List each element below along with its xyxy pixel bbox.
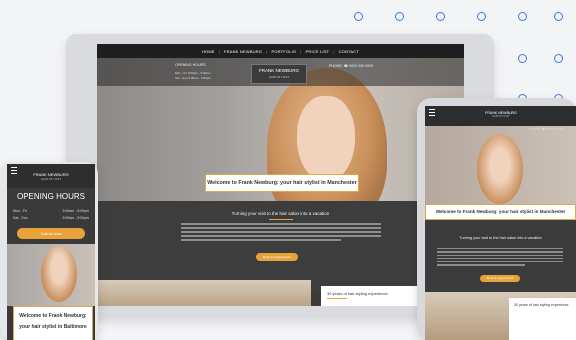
- accent-divider: [269, 219, 293, 220]
- opening-hours-list: 9:00am - 5:00pm Mon - Fri 9:00am - 5:00pm…: [13, 208, 89, 222]
- phone-hero-image: [7, 244, 95, 306]
- top-navigation: HOME | FRANK NEWBURG | PORTFOLIO | PRICE…: [97, 44, 464, 58]
- phone-number[interactable]: PHONE: ☎ 0000 000 000: [529, 127, 564, 131]
- nav-separator: |: [333, 48, 335, 54]
- dot: [518, 12, 527, 21]
- experience-card: 30 years of hair styling experience: [509, 298, 576, 340]
- phone-screen: FRANK NEWBURG HAIR STYLIST OPENING HOURS…: [7, 164, 95, 340]
- dot: [477, 12, 486, 21]
- opening-hours-label: OPENING HOURS: [175, 63, 206, 67]
- desktop-screen: HOME | FRANK NEWBURG | PORTFOLIO | PRICE…: [97, 44, 464, 306]
- section-title: Turning your visit to the hair salon int…: [459, 236, 542, 240]
- bottom-section: 30 years of hair styling experience: [97, 280, 464, 306]
- brand-logo[interactable]: FRANK NEWBURG HAIR STYLIST: [251, 64, 307, 84]
- dot: [518, 54, 527, 63]
- book-appointment-button[interactable]: Book an appointment: [256, 253, 298, 261]
- opening-hours-title: OPENING HOURS: [16, 192, 85, 201]
- body-text-placeholder: [181, 223, 381, 243]
- brand-subtitle: HAIR STYLIST: [40, 177, 62, 181]
- book-appointment-button[interactable]: Book an appointment: [480, 275, 520, 282]
- hours-row: Sat - Sun 9:00am - 5:00pm: [175, 76, 212, 80]
- welcome-line-1: Welcome to Frank Newburg:: [19, 313, 87, 319]
- phone-header: FRANK NEWBURG HAIR STYLIST: [7, 164, 95, 188]
- nav-separator: |: [300, 48, 302, 54]
- hours-time: 9:00am - 5:00pm: [62, 216, 89, 220]
- brand-logo[interactable]: FRANK NEWBURG HAIR STYLIST: [485, 111, 517, 119]
- tablet-screen: FRANK NEWBURG HAIR STYLIST PHONE: ☎ 0000…: [425, 106, 576, 340]
- nav-separator: |: [218, 48, 221, 54]
- model-face: [297, 96, 355, 182]
- hours-row: 9:00am - 5:00pm Mon - Fri: [13, 208, 89, 215]
- hours-day: Sat - Sun: [13, 216, 28, 220]
- brand-subtitle: HAIR STYLIST: [492, 115, 510, 118]
- welcome-banner: Welcome to Frank Newburg: your hair styl…: [13, 306, 93, 340]
- phone-number[interactable]: PHONE: ☎ 0000 000 0000: [329, 64, 373, 68]
- intro-section: Turning your visit to the hair salon int…: [425, 220, 576, 292]
- hours-row: 9:00am - 5:00pm Sat - Sun: [13, 215, 89, 222]
- model-face: [41, 246, 77, 302]
- brand-logo[interactable]: FRANK NEWBURG HAIR STYLIST: [7, 172, 95, 182]
- dot: [554, 54, 563, 63]
- welcome-banner: Welcome to Frank Newburg: your hair styl…: [425, 204, 576, 220]
- tablet-hero-image: [425, 124, 576, 204]
- opening-hours-list: Mon - Fri 9:00am - 5:00pm Sat - Sun 9:00…: [175, 71, 211, 81]
- dot: [395, 12, 404, 21]
- model-face: [477, 134, 523, 204]
- brand-subtitle: HAIR STYLIST: [268, 75, 290, 79]
- dot: [354, 12, 363, 21]
- hair-braid-image: [97, 280, 311, 306]
- tablet-header: FRANK NEWBURG HAIR STYLIST: [425, 106, 576, 126]
- accent-divider: [327, 298, 347, 299]
- hair-braid-image: 30 years of hair styling experience: [425, 292, 576, 340]
- nav-portfolio[interactable]: PORTFOLIO: [271, 49, 296, 54]
- nav-contact[interactable]: CONTACT: [339, 49, 359, 54]
- nav-home[interactable]: HOME: [202, 49, 215, 54]
- body-text-placeholder: [437, 248, 563, 268]
- dot: [554, 12, 563, 21]
- nav-price-list[interactable]: PRICE LIST: [306, 49, 330, 54]
- brand-name: FRANK NEWBURG: [258, 68, 299, 73]
- experience-title: 30 years of hair styling experience: [327, 291, 388, 296]
- welcome-banner: Welcome to Frank Newburg: your hair styl…: [205, 174, 359, 192]
- welcome-line-2: your hair stylist in Baltimore: [19, 324, 87, 330]
- hero-image: OPENING HOURS Mon - Fri 9:00am - 5:00pm …: [97, 58, 464, 228]
- experience-title: 30 years of hair styling experience: [514, 303, 569, 307]
- hamburger-menu-icon[interactable]: [429, 109, 435, 116]
- section-title: Turning your visit to the hair salon int…: [231, 211, 330, 216]
- hours-day: Mon - Fri: [13, 209, 27, 213]
- dot: [436, 12, 445, 21]
- nav-separator: |: [266, 48, 268, 54]
- nav-frank-newburg[interactable]: FRANK NEWBURG: [224, 49, 262, 54]
- call-us-button[interactable]: Call us now: [17, 228, 85, 239]
- hours-time: 9:00am - 5:00pm: [62, 209, 89, 213]
